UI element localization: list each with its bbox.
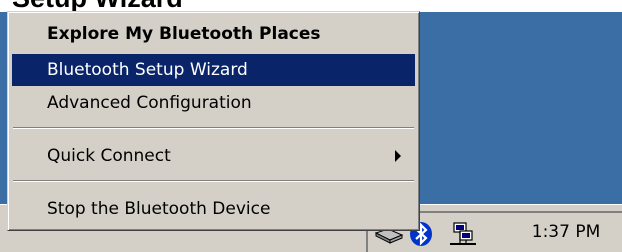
- menu-separator: [13, 180, 414, 182]
- menu-item-label: Quick Connect: [47, 146, 171, 166]
- menu-separator: [13, 127, 414, 129]
- clock[interactable]: 1:37 PM: [516, 219, 616, 245]
- menu-item-quick-connect[interactable]: Quick Connect: [12, 140, 415, 172]
- menu-item-explore-places[interactable]: Explore My Bluetooth Places: [12, 18, 415, 50]
- menu-item-advanced-configuration[interactable]: Advanced Configuration: [12, 87, 415, 119]
- submenu-arrow-icon: [395, 150, 401, 162]
- menu-item-stop-device[interactable]: Stop the Bluetooth Device: [12, 193, 415, 225]
- menu-item-setup-wizard[interactable]: Bluetooth Setup Wizard: [12, 54, 415, 86]
- network-computers-icon[interactable]: [448, 221, 478, 247]
- bluetooth-context-menu: Explore My Bluetooth Places Bluetooth Se…: [7, 11, 420, 231]
